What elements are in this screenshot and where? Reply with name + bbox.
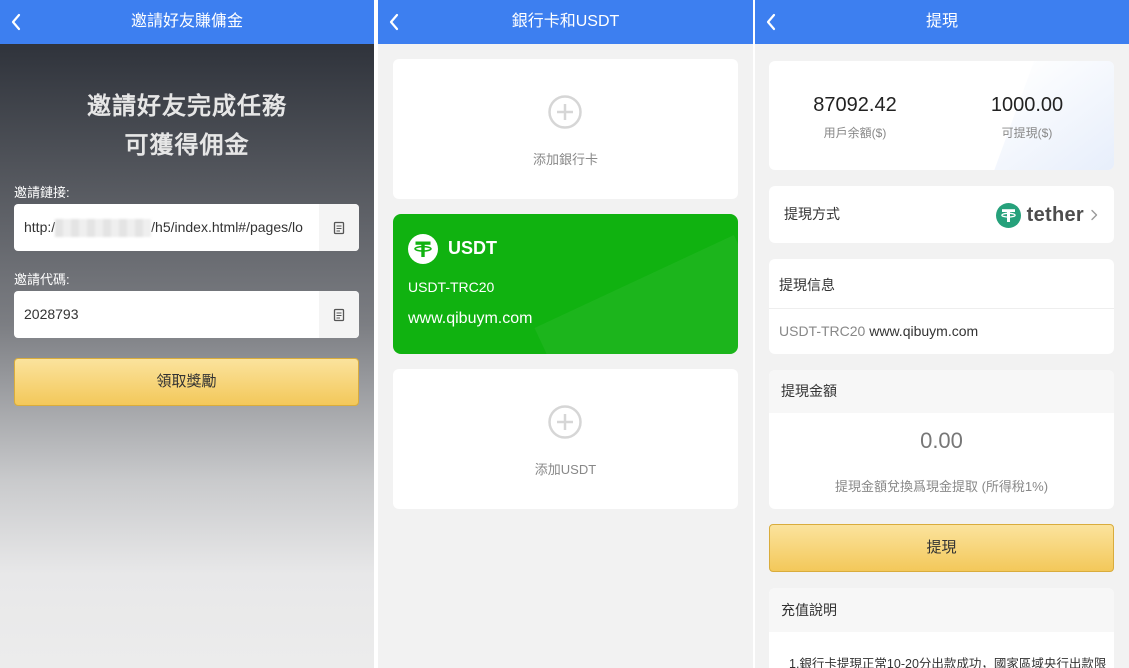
tether-icon bbox=[995, 202, 1021, 228]
tether-wordmark: tether bbox=[1026, 203, 1084, 226]
balance-label: 用戶余額($) bbox=[823, 126, 887, 140]
invite-heading-line2: 可獲得佣金 bbox=[124, 132, 250, 159]
chevron-left-icon bbox=[11, 13, 21, 31]
redacted-domain bbox=[55, 219, 152, 238]
withdraw-amount-card: 提現金額 0.00 提現金額兌換爲現金提取 (所得稅1%) bbox=[769, 370, 1114, 509]
copy-link-button[interactable] bbox=[319, 204, 359, 251]
usdt-card-address: www.qibuym.com bbox=[408, 310, 533, 327]
instructions-card: 充值說明 1.銀行卡提現正常10-20分出款成功，國家區域央行出款限 bbox=[769, 588, 1114, 668]
withdraw-amount-input[interactable]: 0.00 bbox=[769, 428, 1114, 454]
withdraw-screen: 提現 87092.42 用戶余額($) 1000.00 可提現($) 提現方式 … bbox=[755, 0, 1129, 668]
back-button[interactable] bbox=[388, 0, 418, 44]
withdrawable-value: 1000.00 bbox=[990, 94, 1064, 116]
invite-link-label: 邀請鏈接: bbox=[14, 185, 70, 200]
nav-bar: 邀請好友賺傭金 bbox=[0, 0, 374, 44]
chevron-right-icon bbox=[1091, 209, 1098, 221]
plus-circle-icon bbox=[548, 405, 582, 439]
clipboard-icon bbox=[333, 221, 345, 234]
invite-link-field: http:/ /h5/index.html#/pages/lo bbox=[14, 204, 359, 251]
page-title: 提現 bbox=[925, 13, 958, 30]
tether-selector: tether bbox=[995, 202, 1098, 228]
withdrawable-label: 可提現($) bbox=[1001, 126, 1053, 140]
withdraw-amount-label: 提現金額 bbox=[769, 370, 1114, 413]
usdt-card[interactable]: USDT USDT-TRC20 www.qibuym.com bbox=[393, 214, 738, 354]
invite-link-value[interactable]: http:/ /h5/index.html#/pages/lo bbox=[24, 204, 311, 251]
copy-code-button[interactable] bbox=[319, 291, 359, 338]
link-suffix: /h5/index.html#/pages/lo bbox=[151, 219, 303, 235]
withdraw-info-row: USDT-TRC20 www.qibuym.com bbox=[779, 323, 978, 339]
claim-reward-button[interactable]: 領取獎勵 bbox=[14, 358, 359, 406]
balance-card: 87092.42 用戶余額($) 1000.00 可提現($) bbox=[769, 61, 1114, 170]
back-button[interactable] bbox=[765, 0, 795, 44]
tether-icon bbox=[408, 234, 438, 264]
balance-value: 87092.42 bbox=[813, 94, 897, 116]
nav-bar: 銀行卡和USDT bbox=[378, 0, 753, 44]
bank-usdt-screen: 銀行卡和USDT 添加銀行卡 USDT USDT-TRC20 www.qibuy… bbox=[378, 0, 753, 668]
instructions-label: 充值說明 bbox=[769, 588, 1114, 632]
invite-code-label: 邀請代碼: bbox=[14, 272, 70, 287]
withdraw-info-address: www.qibuym.com bbox=[869, 323, 979, 339]
invite-heading-line1: 邀請好友完成任務 bbox=[87, 93, 287, 120]
withdraw-method-label: 提現方式 bbox=[784, 206, 840, 222]
invite-screen: 邀請好友賺傭金 邀請好友完成任務 可獲得佣金 邀請鏈接: http:/ /h5/i… bbox=[0, 0, 374, 668]
chevron-left-icon bbox=[389, 13, 399, 31]
add-bank-card-label: 添加銀行卡 bbox=[532, 152, 598, 167]
withdraw-info-label: 提現信息 bbox=[779, 277, 835, 293]
withdraw-amount-note: 提現金額兌換爲現金提取 (所得稅1%) bbox=[834, 479, 1049, 494]
divider bbox=[769, 308, 1114, 309]
link-prefix: http:/ bbox=[24, 219, 56, 235]
withdraw-method-row[interactable]: 提現方式 tether bbox=[769, 186, 1114, 243]
clipboard-icon bbox=[333, 308, 345, 321]
usdt-card-type: USDT-TRC20 bbox=[408, 279, 495, 295]
withdraw-info-type: USDT-TRC20 bbox=[779, 323, 866, 339]
page-title: 銀行卡和USDT bbox=[511, 13, 620, 30]
add-usdt-label: 添加USDT bbox=[534, 462, 597, 477]
usdt-card-name: USDT bbox=[448, 238, 497, 258]
chevron-left-icon bbox=[766, 13, 776, 31]
instructions-text: 1.銀行卡提現正常10-20分出款成功，國家區域央行出款限 bbox=[789, 657, 1107, 668]
invite-code-field: 2028793 bbox=[14, 291, 359, 338]
invite-code-value[interactable]: 2028793 bbox=[24, 291, 311, 338]
add-usdt-button[interactable]: 添加USDT bbox=[393, 369, 738, 509]
card-decoration bbox=[534, 235, 738, 354]
withdraw-info-card: 提現信息 USDT-TRC20 www.qibuym.com bbox=[769, 259, 1114, 354]
nav-bar: 提現 bbox=[755, 0, 1129, 44]
add-bank-card-button[interactable]: 添加銀行卡 bbox=[393, 59, 738, 199]
page-title: 邀請好友賺傭金 bbox=[130, 13, 243, 30]
back-button[interactable] bbox=[10, 0, 40, 44]
plus-circle-icon bbox=[548, 95, 582, 129]
withdraw-submit-button[interactable]: 提現 bbox=[769, 524, 1114, 572]
